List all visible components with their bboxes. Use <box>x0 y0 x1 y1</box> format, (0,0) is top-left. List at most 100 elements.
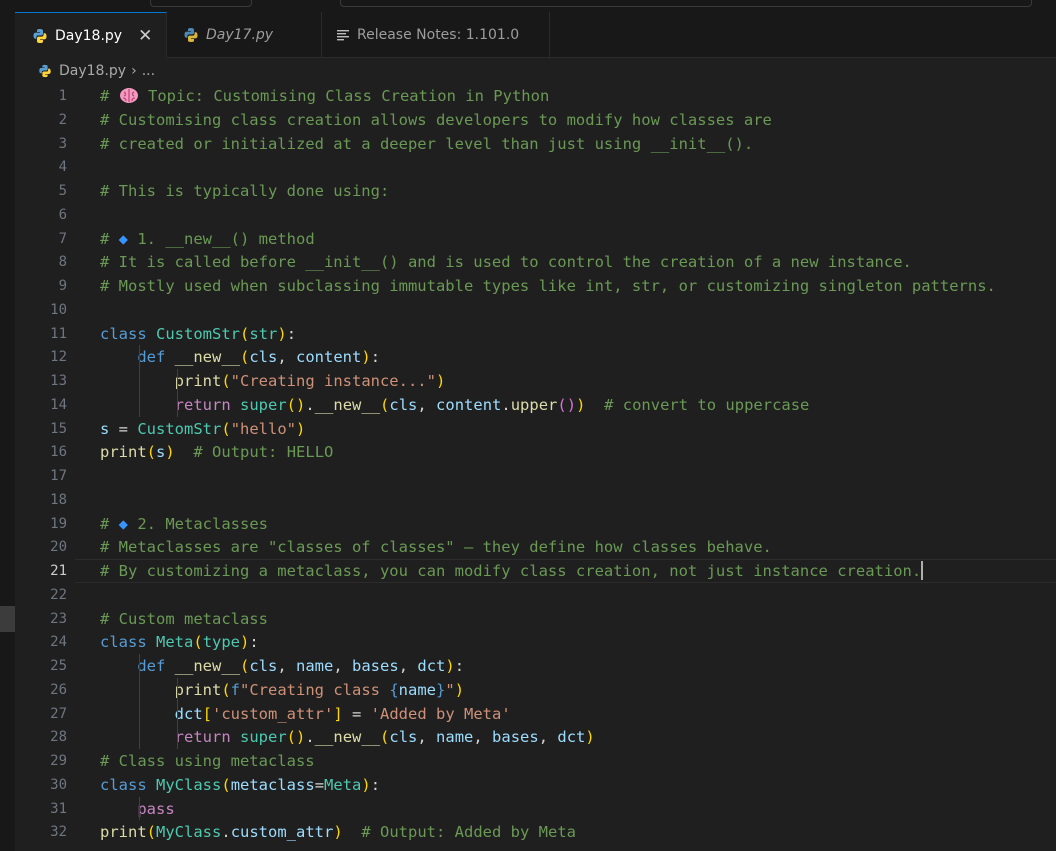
line-number: 12 <box>50 349 67 366</box>
code-line[interactable]: 19 # ◆ 2. Metaclasses <box>15 512 1056 536</box>
code-line[interactable]: 27 dct['custom_attr'] = 'Added by Meta' <box>15 702 1056 726</box>
code-line[interactable]: 32 print(MyClass.custom_attr) # Output: A… <box>15 820 1056 844</box>
code-text: # Class using metaclass <box>100 752 315 770</box>
code-text: # Custom metaclass <box>100 609 268 628</box>
code-text: # ◆ 2. Metaclasses <box>100 514 268 533</box>
code-line[interactable]: 1 # Topic: Customising Class Creation in … <box>15 84 1056 108</box>
python-icon <box>184 27 198 42</box>
code-line[interactable]: 23 # Custom metaclass <box>15 607 1056 631</box>
code-line[interactable]: 28 return super().__new__(cls, name, bas… <box>15 725 1056 749</box>
code-text: class CustomStr(str): <box>100 324 297 343</box>
code-line[interactable]: 18 <box>15 488 1056 512</box>
code-line[interactable]: 29 # Class using metaclass <box>15 749 1056 773</box>
line-number: 30 <box>50 776 67 793</box>
chevron-right-icon: › <box>131 63 137 79</box>
code-text: print("Creating instance...") <box>174 372 446 390</box>
code-line[interactable]: 25 def __new__(cls, name, bases, dct): <box>15 654 1056 678</box>
line-number: 32 <box>50 824 67 841</box>
code-line[interactable]: 7 # ◆ 1. __new__() method <box>15 227 1056 251</box>
code-text: # Customising class creation allows deve… <box>100 110 772 129</box>
code-line[interactable]: 3 # created or initialized at a deeper le… <box>15 132 1056 156</box>
code-text: class MyClass(metaclass=Meta): <box>100 775 381 794</box>
tab-label: Day18.py <box>55 27 123 44</box>
code-line[interactable]: 15 s = CustomStr("hello") <box>15 417 1056 441</box>
tab-release-notes[interactable]: Release Notes: 1.101.0 <box>322 12 550 57</box>
code-line[interactable]: 17 <box>15 464 1056 488</box>
code-line[interactable]: 30 class MyClass(metaclass=Meta): <box>15 773 1056 797</box>
tab-label: Release Notes: 1.101.0 <box>357 26 520 43</box>
line-number: 15 <box>50 420 67 437</box>
code-text: pass <box>137 799 175 818</box>
code-text: return super().__new__(cls, content.uppe… <box>174 395 810 414</box>
code-line[interactable]: 11 class CustomStr(str): <box>15 322 1056 346</box>
line-number: 22 <box>50 586 67 603</box>
tab-day17[interactable]: Day17.py <box>167 12 322 57</box>
line-number: 20 <box>50 539 67 556</box>
line-number: 24 <box>50 634 67 651</box>
text-cursor <box>921 561 924 580</box>
code-text: # Topic: Customising Class Creation in P… <box>100 87 550 105</box>
code-text: class Meta(type): <box>100 633 259 652</box>
code-text: # By customizing a metaclass, you can mo… <box>100 561 924 580</box>
code-line[interactable]: 20 # Metaclasses are "classes of classes"… <box>15 535 1056 559</box>
line-number: 13 <box>50 373 67 389</box>
menu-remnant <box>150 0 252 7</box>
line-number: 27 <box>50 705 67 722</box>
code-line[interactable]: 5 # This is typically done using: <box>15 179 1056 203</box>
line-number: 29 <box>50 753 67 769</box>
command-center-remnant <box>340 0 1032 7</box>
code-line[interactable]: 24 class Meta(type): <box>15 630 1056 654</box>
code-line[interactable]: 8 # It is called before __init__() and is… <box>15 250 1056 274</box>
line-number: 5 <box>58 183 67 199</box>
code-text: def __new__(cls, name, bases, dct): <box>137 657 465 675</box>
code-text: print(f"Creating class {name}") <box>174 680 465 699</box>
indent-guide <box>139 345 140 417</box>
code-line[interactable]: 22 <box>15 583 1056 607</box>
code-line[interactable]: 6 <box>15 203 1056 227</box>
title-bar-strip <box>0 0 1056 12</box>
close-icon[interactable]: ✕ <box>138 26 152 46</box>
line-number: 21 <box>50 563 67 579</box>
python-icon <box>39 64 51 78</box>
code-editor[interactable]: 1 # Topic: Customising Class Creation in … <box>15 84 1056 851</box>
line-number: 1 <box>58 88 67 104</box>
line-number: 19 <box>50 515 67 532</box>
code-line[interactable]: 12 def __new__(cls, content): <box>15 345 1056 369</box>
code-line[interactable]: 21 # By customizing a metaclass, you can … <box>15 559 1056 583</box>
code-text: dct['custom_attr'] = 'Added by Meta' <box>174 704 511 723</box>
activity-bar <box>0 12 15 851</box>
brain-emoji-icon <box>119 88 138 103</box>
lines-icon <box>337 29 349 40</box>
line-number: 2 <box>58 111 67 128</box>
code-line[interactable]: 10 <box>15 298 1056 322</box>
breadcrumb-file[interactable]: Day18.py <box>59 63 126 79</box>
code-line[interactable]: 9 # Mostly used when subclassing immutabl… <box>15 274 1056 298</box>
code-text: # ◆ 1. __new__() method <box>100 229 315 248</box>
line-number: 28 <box>50 729 67 746</box>
code-text: s = CustomStr("hello") <box>100 419 306 438</box>
line-number: 31 <box>50 800 67 817</box>
indent-guide <box>139 654 140 749</box>
code-line[interactable]: 26 print(f"Creating class {name}") <box>15 678 1056 702</box>
line-number: 10 <box>50 301 67 318</box>
tab-label: Day17.py <box>206 26 274 43</box>
code-line[interactable]: 31 pass <box>15 797 1056 821</box>
indent-guide <box>177 369 178 417</box>
line-number: 26 <box>50 681 67 698</box>
line-number: 17 <box>50 468 67 484</box>
code-line[interactable]: 2 # Customising class creation allows dev… <box>15 108 1056 132</box>
breadcrumb: Day18.py › ... <box>38 60 155 82</box>
code-line[interactable]: 13 print("Creating instance...") <box>15 369 1056 393</box>
breadcrumb-more[interactable]: ... <box>142 63 155 79</box>
line-number: 3 <box>58 135 67 152</box>
line-number: 11 <box>50 325 67 342</box>
code-line[interactable]: 4 <box>15 155 1056 179</box>
code-line[interactable]: 16 print(s) # Output: HELLO <box>15 440 1056 464</box>
code-text: # Mostly used when subclassing immutable… <box>100 277 996 295</box>
line-number: 4 <box>58 159 67 176</box>
tab-day18[interactable]: Day18.py ✕ <box>15 12 167 58</box>
code-line[interactable]: 14 return super().__new__(cls, content.u… <box>15 393 1056 417</box>
line-number: 6 <box>58 206 67 223</box>
tab-bar: Day18.py ✕ Day17.py Release Notes: 1.101… <box>15 12 1056 58</box>
line-number: 7 <box>58 230 67 247</box>
